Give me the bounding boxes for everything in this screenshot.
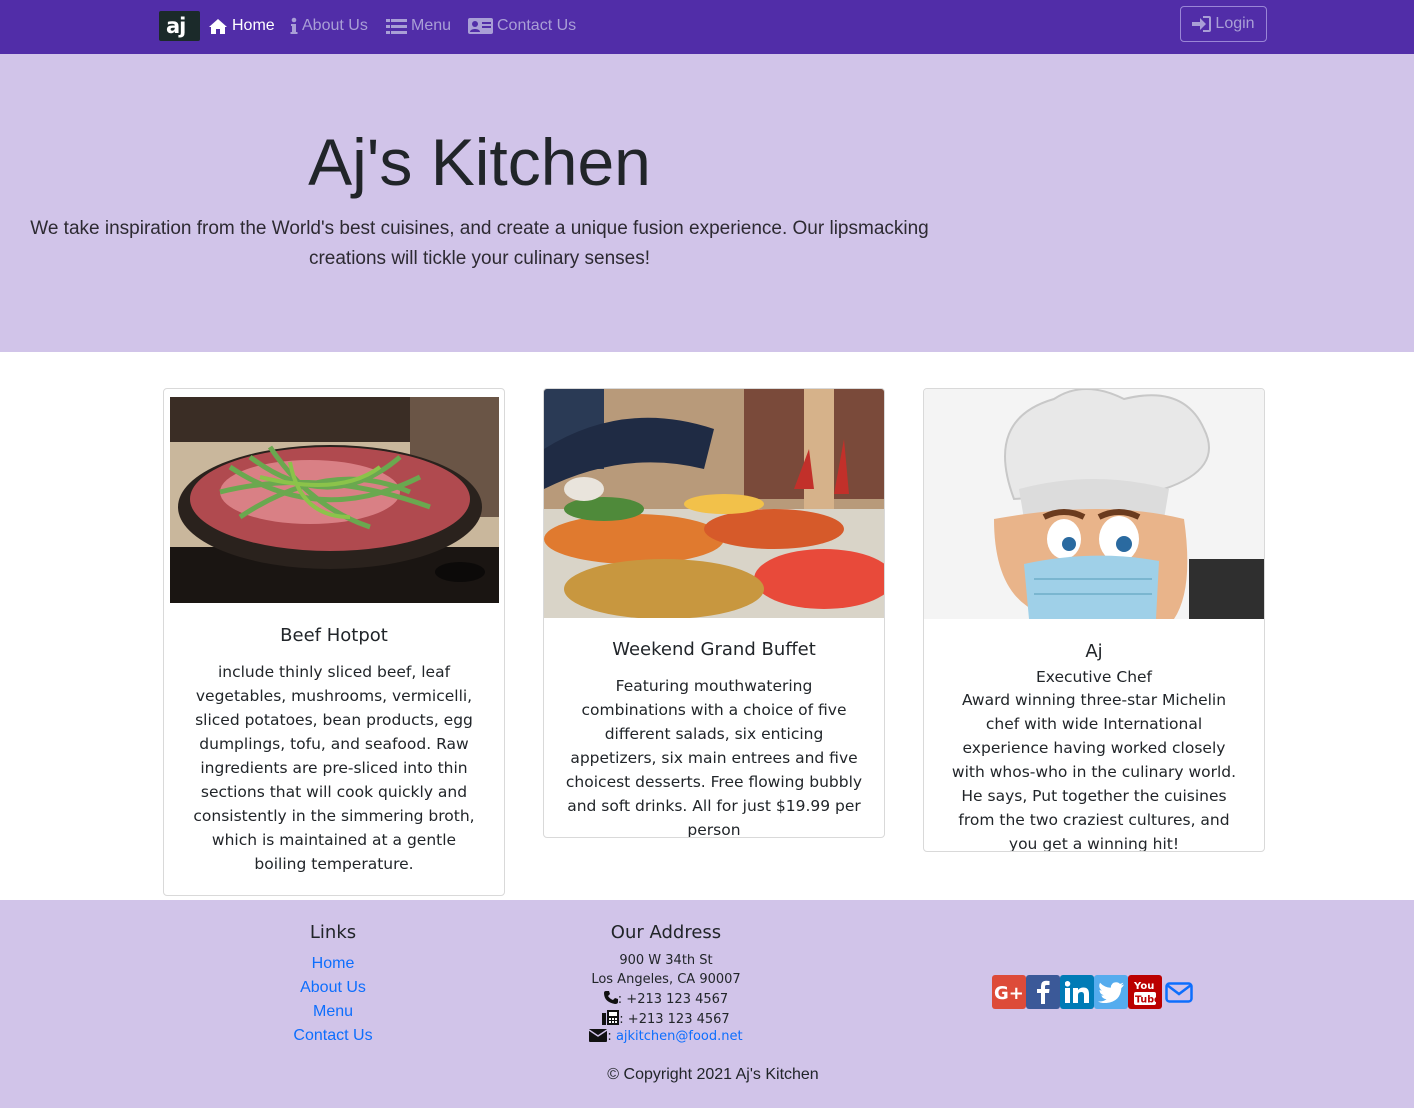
address-line2: Los Angeles, CA 90007 [591,972,741,987]
copyright-text: © Copyright 2021 Aj's Kitchen [607,1066,819,1083]
youtube-icon: You Tube [1133,981,1157,1006]
card-chef: Aj Executive Chef Award winning three-st… [923,388,1265,852]
footer-address-heading: Our Address [610,922,722,943]
nav-item-about[interactable]: About Us [290,14,368,38]
card-title: Weekend Grand Buffet [612,639,816,660]
twitter-icon [1098,981,1124,1003]
address-phone: : +213 123 4567 [566,991,766,1007]
footer-links-heading: Links [309,922,357,943]
brand-logo[interactable]: aj [159,11,200,41]
list-icon [386,18,407,34]
footer-link-home[interactable]: Home [233,955,433,973]
envelope-icon [588,1029,608,1042]
login-button[interactable]: Login [1180,6,1267,42]
address-card-icon [468,18,493,34]
email-link[interactable]: ajkitchen@food.net [616,1029,743,1044]
address-fax: : +213 123 4567 [566,1010,766,1027]
card-text: Award winning three-star Michelin chef w… [951,691,1237,852]
fax-text: : +213 123 4567 [619,1012,730,1027]
phone-icon [603,991,618,1004]
fax-icon [602,1010,620,1025]
brand-logo-text: aj [166,14,186,38]
svg-text:G+: G+ [994,983,1024,1002]
facebook-button[interactable] [1026,975,1060,1009]
login-label: Login [1215,15,1255,32]
linkedin-button[interactable] [1060,975,1094,1009]
envelope-outline-icon [1165,981,1193,1003]
hero-text: We take inspiration from the World's bes… [30,218,929,269]
hero-title: Aj's Kitchen [308,125,651,199]
card-text: Featuring mouthwatering combinations wit… [565,677,863,838]
nav-item-home[interactable]: Home [208,14,275,38]
linkedin-icon [1065,981,1089,1003]
card-text: include thinly sliced beef, leaf vegetab… [193,663,475,873]
info-icon [290,17,298,34]
card-weekend-buffet: Weekend Grand Buffet Featuring mouthwate… [543,388,885,838]
nav-item-contact-label: Contact Us [497,17,577,34]
nav-item-home-label: Home [232,17,275,34]
buffet-image [544,389,884,618]
twitter-button[interactable] [1094,975,1128,1009]
home-icon [209,18,227,34]
card-title: Beef Hotpot [280,625,388,646]
phone-text: : +213 123 4567 [617,992,729,1007]
hero-jumbotron: Aj's Kitchen We take inspiration from th… [0,54,1414,352]
google-plus-icon: G+ [994,983,1024,1002]
card-title: Aj [1085,641,1103,662]
chef-image [924,389,1264,619]
card-beef-hotpot: Beef Hotpot include thinly sliced beef, … [163,388,505,896]
google-plus-button[interactable]: G+ [992,975,1026,1009]
nav-item-menu[interactable]: Menu [386,14,451,38]
facebook-icon [1037,980,1050,1004]
footer-link-contact[interactable]: Contact Us [233,1027,433,1045]
footer-link-about[interactable]: About Us [233,979,433,997]
email-prefix: : [607,1029,612,1044]
nav-item-menu-label: Menu [411,17,452,34]
sign-in-icon [1192,16,1212,32]
footer-link-menu[interactable]: Menu [233,1003,433,1021]
beef-hotpot-image [170,397,499,603]
card-subtitle: Executive Chef [1035,668,1153,686]
svg-text:Tube: Tube [1135,995,1157,1006]
nav-item-contact[interactable]: Contact Us [468,14,576,38]
navbar: aj Home About Us Menu Contact Us Login [0,0,1414,54]
address-email: : ajkitchen@food.net [566,1029,766,1044]
address-line1: 900 W 34th St [619,953,713,968]
svg-text:You: You [1133,981,1154,992]
email-button[interactable] [1162,975,1196,1009]
youtube-button[interactable]: You Tube [1128,975,1162,1009]
nav-item-about-label: About Us [302,17,368,34]
